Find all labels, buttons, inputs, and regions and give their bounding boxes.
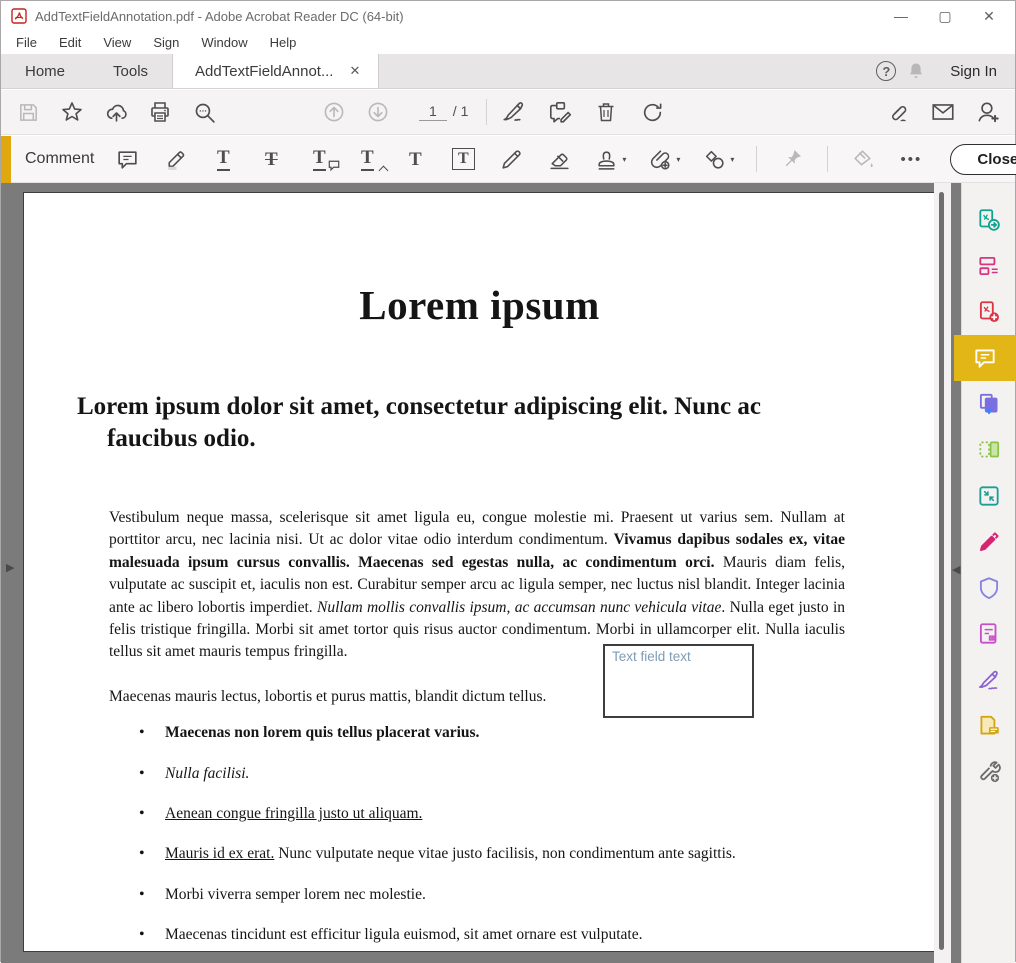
search-icon[interactable] — [191, 97, 217, 127]
replace-text-icon[interactable]: T — [306, 144, 332, 174]
list-item: Aenean congue fringilla justo ut aliquam… — [139, 803, 845, 825]
acrobat-app-icon — [11, 8, 27, 24]
right-panel-collapse-icon[interactable]: ◀ — [952, 563, 960, 576]
comment-toolbar: Comment T T T T T T ▾ ▾ — [1, 136, 1015, 183]
tab-home[interactable]: Home — [1, 54, 89, 88]
delete-trash-icon[interactable] — [593, 97, 619, 127]
comment-toolbar-label: Comment — [25, 150, 94, 168]
acrobat-window: { "window": { "title": "AddTextFieldAnno… — [0, 0, 1016, 962]
more-options-icon[interactable]: ••• — [898, 144, 924, 174]
shapes-icon[interactable]: ▾ — [702, 144, 734, 174]
list-item: Maecenas non lorem quis tellus placerat … — [139, 722, 845, 744]
tab-tools[interactable]: Tools — [89, 54, 172, 88]
sticky-note-icon[interactable] — [114, 144, 140, 174]
draw-pencil-icon[interactable] — [498, 144, 524, 174]
fill-and-sign-tool[interactable] — [962, 657, 1016, 703]
sign-pen-icon[interactable] — [501, 97, 527, 127]
sticky-note-edit-icon[interactable] — [547, 97, 573, 127]
document-canvas: Lorem ipsum Lorem ipsum dolor sit amet, … — [1, 183, 963, 963]
export-pdf-tool[interactable] — [962, 197, 1016, 243]
underline-text-icon[interactable]: T — [210, 144, 236, 174]
pdf-page: Lorem ipsum Lorem ipsum dolor sit amet, … — [23, 192, 936, 952]
highlighter-icon[interactable] — [162, 144, 188, 174]
title-bar: AddTextFieldAnnotation.pdf - Adobe Acrob… — [1, 1, 1015, 31]
bullet-list: Maecenas non lorem quis tellus placerat … — [139, 722, 845, 946]
previous-page-icon[interactable] — [321, 97, 347, 127]
organize-pages-tool[interactable] — [962, 427, 1016, 473]
attach-file-icon[interactable]: ▾ — [648, 144, 680, 174]
tab-document-label: AddTextFieldAnnot... — [195, 63, 333, 80]
print-icon[interactable] — [147, 97, 173, 127]
eraser-icon[interactable] — [546, 144, 572, 174]
strikethrough-text-icon[interactable]: T — [258, 144, 284, 174]
redact-tool[interactable] — [962, 519, 1016, 565]
create-pdf-tool[interactable] — [962, 289, 1016, 335]
prepare-form-tool[interactable] — [962, 611, 1016, 657]
star-favorite-icon[interactable] — [59, 97, 85, 127]
tab-close-icon[interactable]: ✕ — [345, 63, 364, 79]
rotate-icon[interactable] — [639, 97, 665, 127]
insert-text-icon[interactable]: T — [354, 144, 380, 174]
shapes-dropdown-icon[interactable]: ▾ — [730, 155, 734, 164]
main-toolbar: 1 / 1 — [1, 90, 1015, 135]
tab-bar: Home Tools AddTextFieldAnnot... ✕ ? Sign… — [1, 54, 1015, 89]
maximize-button[interactable]: ▢ — [923, 2, 967, 30]
paragraph: Vestibulum neque massa, scelerisque sit … — [109, 507, 845, 664]
request-signatures-tool[interactable] — [962, 703, 1016, 749]
minimize-button[interactable]: — — [879, 2, 923, 30]
share-cloud-icon[interactable] — [103, 97, 129, 127]
menu-sign[interactable]: Sign — [142, 33, 190, 52]
email-icon[interactable] — [930, 97, 956, 127]
comment-toolbar-divider — [756, 146, 757, 172]
close-comment-button[interactable]: Close — [950, 144, 1016, 175]
help-icon[interactable]: ? — [876, 61, 896, 81]
attach-dropdown-icon[interactable]: ▾ — [676, 155, 680, 164]
add-text-icon[interactable]: T — [402, 144, 428, 174]
toolbar-divider — [486, 99, 487, 125]
stamp-icon[interactable]: ▾ — [594, 144, 626, 174]
menu-view[interactable]: View — [92, 33, 142, 52]
text-field-annotation[interactable]: Text field text — [603, 644, 754, 718]
pin-icon[interactable] — [779, 144, 805, 174]
close-window-button[interactable]: ✕ — [967, 2, 1011, 30]
compress-pdf-tool[interactable] — [962, 473, 1016, 519]
page-number-box: 1 / 1 — [419, 103, 468, 121]
document-title: Lorem ipsum — [24, 281, 935, 329]
comment-accent-strip — [1, 136, 11, 183]
menu-edit[interactable]: Edit — [48, 33, 92, 52]
page-number-input[interactable]: 1 — [419, 103, 447, 121]
fill-color-icon[interactable] — [850, 144, 876, 174]
tools-sidebar — [961, 183, 1015, 963]
edit-pdf-tool[interactable] — [962, 243, 1016, 289]
text-field-annotation-value: Text field text — [612, 649, 691, 664]
text-box-icon[interactable]: T — [450, 144, 476, 174]
protect-tool[interactable] — [962, 565, 1016, 611]
list-item: Maecenas tincidunt est efficitur ligula … — [139, 924, 845, 946]
list-item: Nulla facilisi. — [139, 763, 845, 785]
document-heading: Lorem ipsum dolor sit amet, consectetur … — [77, 391, 835, 455]
list-item: Morbi viverra semper lorem nec molestie. — [139, 884, 845, 906]
menu-bar: File Edit View Sign Window Help — [1, 31, 1015, 54]
tab-document[interactable]: AddTextFieldAnnot... ✕ — [172, 54, 379, 88]
vertical-scrollbar[interactable] — [934, 183, 951, 963]
stamp-dropdown-icon[interactable]: ▾ — [622, 155, 626, 164]
send-link-sign-icon[interactable] — [885, 97, 911, 127]
next-page-icon[interactable] — [365, 97, 391, 127]
window-title: AddTextFieldAnnotation.pdf - Adobe Acrob… — [35, 9, 879, 24]
share-person-add-icon[interactable] — [975, 97, 1001, 127]
left-panel-expand-icon[interactable]: ▶ — [6, 561, 14, 574]
menu-file[interactable]: File — [5, 33, 48, 52]
sign-in-button[interactable]: Sign In — [950, 63, 997, 80]
scrollbar-thumb[interactable] — [939, 192, 944, 950]
notifications-bell-icon[interactable] — [906, 61, 926, 81]
more-tools-tool[interactable] — [962, 749, 1016, 795]
save-icon[interactable] — [15, 97, 41, 127]
comment-tool[interactable] — [954, 335, 1016, 381]
comment-toolbar-divider2 — [827, 146, 828, 172]
menu-help[interactable]: Help — [259, 33, 308, 52]
page-total-label: / 1 — [453, 103, 469, 119]
combine-files-tool[interactable] — [962, 381, 1016, 427]
list-item: Mauris id ex erat. Nunc vulputate neque … — [139, 843, 845, 865]
menu-window[interactable]: Window — [190, 33, 258, 52]
